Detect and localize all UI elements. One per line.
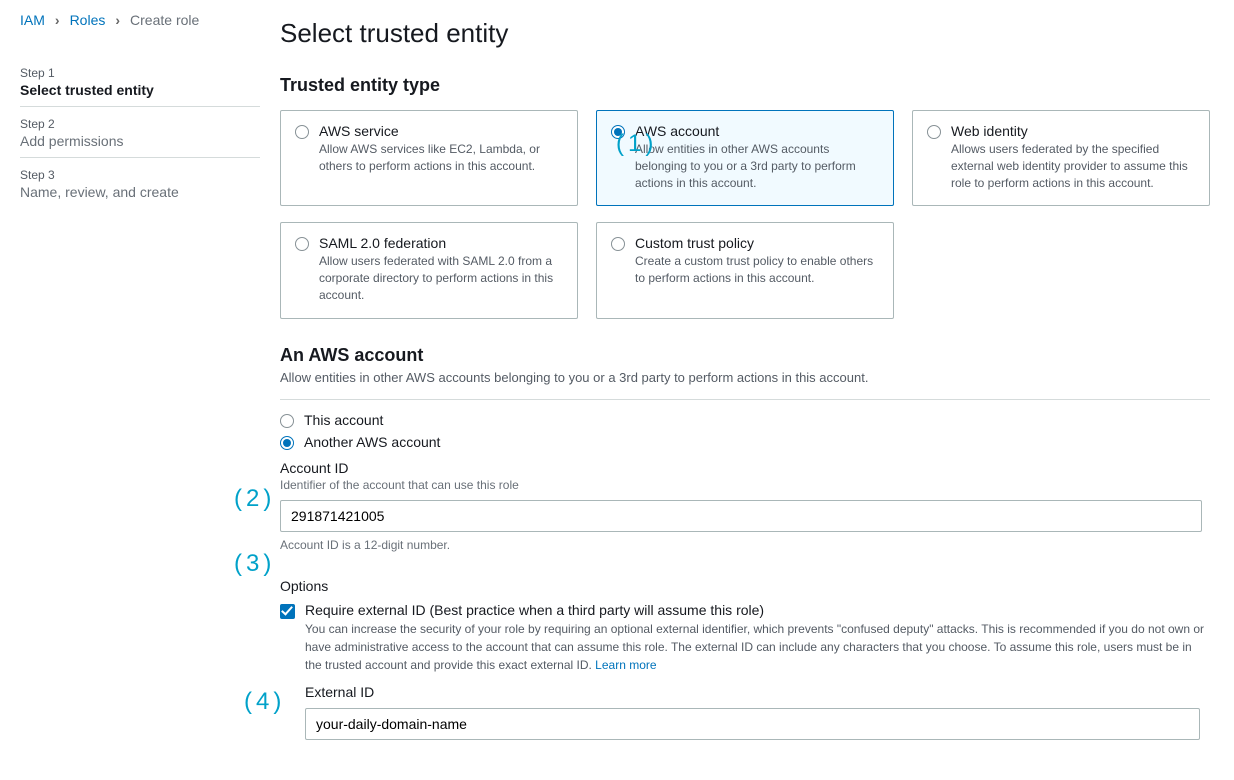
entity-desc: Create a custom trust policy to enable o… xyxy=(635,253,879,287)
radio-icon xyxy=(927,125,941,139)
entity-desc: Allow entities in other AWS accounts bel… xyxy=(635,141,879,191)
wizard-step-3[interactable]: Step 3 Name, review, and create xyxy=(20,158,260,208)
section-title-aws-account: An AWS account xyxy=(280,345,1210,366)
entity-card-web-identity[interactable]: Web identity Allows users federated by t… xyxy=(912,110,1210,206)
entity-title: Web identity xyxy=(951,123,1195,139)
entity-card-custom-trust[interactable]: Custom trust policy Create a custom trus… xyxy=(596,222,894,318)
require-external-id-checkbox[interactable] xyxy=(280,604,295,619)
external-id-label: External ID xyxy=(305,684,1210,700)
breadcrumb-roles[interactable]: Roles xyxy=(70,12,106,28)
wizard-step-1[interactable]: Step 1 Select trusted entity xyxy=(20,56,260,107)
require-external-id-desc: You can increase the security of your ro… xyxy=(305,620,1210,674)
learn-more-link[interactable]: Learn more xyxy=(595,658,656,672)
entity-title: Custom trust policy xyxy=(635,235,879,251)
entity-title: SAML 2.0 federation xyxy=(319,235,563,251)
step-label: Step 3 xyxy=(20,168,260,182)
radio-icon xyxy=(280,414,294,428)
radio-icon xyxy=(280,436,294,450)
entity-card-aws-account[interactable]: AWS account Allow entities in other AWS … xyxy=(596,110,894,206)
radio-icon xyxy=(295,237,309,251)
entity-desc: Allow AWS services like EC2, Lambda, or … xyxy=(319,141,563,175)
external-id-input[interactable] xyxy=(305,708,1200,740)
radio-icon xyxy=(611,237,625,251)
radio-icon xyxy=(611,125,625,139)
breadcrumb: IAM › Roles › Create role xyxy=(20,12,260,28)
entity-card-saml[interactable]: SAML 2.0 federation Allow users federate… xyxy=(280,222,578,318)
radio-another-account[interactable]: Another AWS account xyxy=(280,434,1210,450)
step-label: Step 1 xyxy=(20,66,260,80)
step-title: Add permissions xyxy=(20,133,260,149)
step-title: Select trusted entity xyxy=(20,82,260,98)
breadcrumb-iam[interactable]: IAM xyxy=(20,12,45,28)
account-id-help: Identifier of the account that can use t… xyxy=(280,478,1210,492)
entity-title: AWS service xyxy=(319,123,563,139)
chevron-right-icon: › xyxy=(55,12,60,28)
chevron-right-icon: › xyxy=(115,12,120,28)
options-label: Options xyxy=(280,578,1210,594)
breadcrumb-current: Create role xyxy=(130,12,199,28)
entity-desc: Allow users federated with SAML 2.0 from… xyxy=(319,253,563,303)
account-id-label: Account ID xyxy=(280,460,1210,476)
section-desc: Allow entities in other AWS accounts bel… xyxy=(280,370,1210,400)
entity-title: AWS account xyxy=(635,123,879,139)
wizard-step-2[interactable]: Step 2 Add permissions xyxy=(20,107,260,158)
entity-desc: Allows users federated by the specified … xyxy=(951,141,1195,191)
page-title: Select trusted entity xyxy=(280,18,1210,49)
entity-card-aws-service[interactable]: AWS service Allow AWS services like EC2,… xyxy=(280,110,578,206)
step-label: Step 2 xyxy=(20,117,260,131)
account-id-input[interactable] xyxy=(280,500,1202,532)
require-external-id-title: Require external ID (Best practice when … xyxy=(305,602,1210,618)
radio-label: This account xyxy=(304,412,383,428)
account-id-note: Account ID is a 12-digit number. xyxy=(280,538,1210,552)
radio-this-account[interactable]: This account xyxy=(280,412,1210,428)
radio-label: Another AWS account xyxy=(304,434,440,450)
section-title-entity-type: Trusted entity type xyxy=(280,75,1210,96)
step-title: Name, review, and create xyxy=(20,184,260,200)
radio-icon xyxy=(295,125,309,139)
